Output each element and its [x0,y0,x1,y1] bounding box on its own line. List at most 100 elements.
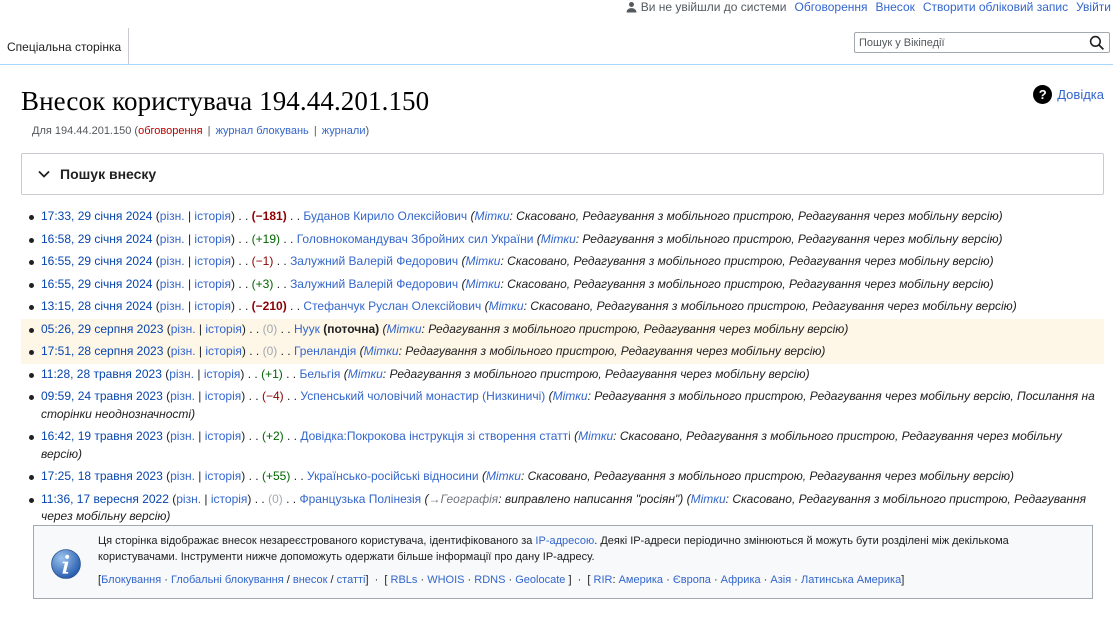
contrib-diff-link[interactable]: різн. [171,322,196,336]
contributions-link[interactable]: Внесок [876,0,915,14]
contrib-timestamp-link[interactable]: 17:51, 28 серпня 2023 [41,344,163,358]
contrib-page-link[interactable]: Залужний Валерій Федорович [290,277,458,291]
contrib-timestamp-link[interactable]: 16:55, 29 січня 2024 [41,277,152,291]
contrib-history-link[interactable]: історія [194,232,231,246]
contrib-page-link[interactable]: Залужний Валерій Федорович [290,254,458,268]
tags-label-link[interactable]: Мітки [553,389,588,403]
contrib-diff-link[interactable]: різн. [160,277,185,291]
contrib-timestamp-link[interactable]: 16:55, 29 січня 2024 [41,254,152,268]
block-log-link[interactable]: журнал блокувань [216,125,309,137]
tags-label-link[interactable]: Мітки [541,232,576,246]
contrib-history-link[interactable]: історія [211,492,248,506]
contrib-page-link[interactable]: Нуук [294,322,320,336]
tags-label-link[interactable]: Мітки [489,299,524,313]
tags-label-link[interactable]: Мітки [578,429,613,443]
contrib-diff-link[interactable]: різн. [169,367,194,381]
tags-label-link[interactable]: Мітки [387,322,422,336]
tags-label-link[interactable]: Мітки [691,492,726,506]
tags-label-link[interactable]: Мітки [486,469,521,483]
contrib-history-link[interactable]: історія [194,277,231,291]
help-label[interactable]: Довідка [1057,87,1104,102]
help-icon[interactable]: ? [1033,85,1053,104]
whois-link[interactable]: WHOIS [427,574,464,586]
contrib-history-link[interactable]: історія [194,209,231,223]
contrib-page-link[interactable]: Успенський чоловічий монастир (Низкиничі… [300,389,545,403]
create-account-link[interactable]: Створити обліковий запис [923,0,1068,14]
contrib-timestamp-link[interactable]: 17:33, 29 січня 2024 [41,209,152,223]
rir-africa-link[interactable]: Африка [721,574,761,586]
contrib-timestamp-link[interactable]: 17:25, 18 травня 2023 [41,469,163,483]
rir-europe-link[interactable]: Європа [673,574,711,586]
chevron-down-icon[interactable] [38,168,50,180]
contrib-size-diff: (−4) [261,389,284,403]
contrib-page-link[interactable]: Довідка:Покрокова інструкція зі створенн… [300,429,570,443]
rir-america-link[interactable]: Америка [619,574,663,586]
global-block-link[interactable]: Глобальні блокування [171,574,284,586]
contrib-diff-link[interactable]: різн. [160,299,185,313]
separator-dots: . . [249,344,260,358]
contrib-timestamp-link[interactable]: 05:26, 29 серпня 2023 [41,322,163,336]
rdns-link[interactable]: RDNS [474,574,505,586]
contrib-search-label[interactable]: Пошук внеску [60,166,156,182]
tags-label-link[interactable]: Мітки [465,277,500,291]
tags-label-link[interactable]: Мітки [364,344,399,358]
separator-dots: . . [286,491,297,506]
rbls-link[interactable]: RBLs [391,574,418,586]
contrib-history-link[interactable]: історія [205,344,242,358]
help-link[interactable]: ? Довідка [1033,85,1104,104]
articles-link[interactable]: статті [337,574,366,586]
contrib-search-panel[interactable]: Пошук внеску [21,153,1104,195]
tab-special-page[interactable]: Спеціальна сторінка [0,28,130,64]
contrib-page-link[interactable]: Гренландія [294,344,356,358]
user-talk-link[interactable]: обговорення [138,125,203,137]
contrib-timestamp-link[interactable]: 11:28, 28 травня 2023 [41,367,162,381]
separator-dots: . . [283,231,294,246]
contrib-timestamp-link[interactable]: 16:42, 19 травня 2023 [41,429,163,443]
contrib-timestamp-link[interactable]: 16:58, 29 січня 2024 [41,232,152,246]
contrib-history-link[interactable]: історія [205,389,242,403]
separator: | [198,344,203,358]
contrib-page-link[interactable]: Стефанчук Руслан Олексійович [303,299,481,313]
contrib-history-link[interactable]: історія [194,254,231,268]
contrib-timestamp-link[interactable]: 09:59, 24 травня 2023 [41,389,163,403]
talk-link[interactable]: Обговорення [794,0,867,14]
contrib-history-link[interactable]: історія [204,367,241,381]
geolocate-link[interactable]: Geolocate [515,574,565,586]
contrib-diff-link[interactable]: різн. [170,429,195,443]
tags-label-link[interactable]: Мітки [348,367,383,381]
contrib-page-link[interactable]: Бельгія [299,367,340,381]
contrib-diff-link[interactable]: різн. [171,344,196,358]
contrib-page-link[interactable]: Українсько-російські відносини [307,469,479,483]
tags-label-link[interactable]: Мітки [465,254,500,268]
rir-link[interactable]: RIR [594,574,613,586]
contrib-history-link[interactable]: історія [194,299,231,313]
contrib-page-link[interactable]: Головнокомандувач Збройних сил України [297,232,534,246]
contrib-row: 16:58, 29 січня 2024 (різн. | історія) .… [21,229,1104,252]
contrib-tags: (Мітки: Редагування з мобільного пристро… [382,321,849,336]
contrib-page-link[interactable]: Буданов Кирило Олексійович [303,209,467,223]
contrib-diff-link[interactable]: різн. [160,232,185,246]
logs-link[interactable]: журнали [322,125,366,137]
contrib-history-link[interactable]: історія [205,469,242,483]
login-link[interactable]: Увійти [1076,0,1111,14]
contrib-history-link[interactable]: історія [205,322,242,336]
rir-latam-link[interactable]: Латинська Америка [801,574,901,586]
contrib-timestamp-link[interactable]: 11:36, 17 вересня 2022 [41,492,169,506]
contrib-diff-link[interactable]: різн. [160,254,185,268]
rir-asia-link[interactable]: Азія [770,574,791,586]
contrib-diff-link[interactable]: різн. [170,469,195,483]
contrib-diff-link[interactable]: різн. [170,389,195,403]
search-input[interactable] [855,33,1085,53]
tags-label-link[interactable]: Мітки [475,209,510,223]
ip-address-link[interactable]: IP-адресою [535,535,594,547]
contrib-diff-link[interactable]: різн. [176,492,201,506]
block-link[interactable]: Блокування [101,574,161,586]
search-icon[interactable] [1089,35,1105,51]
tags-text: Скасовано, Редагування з мобільного прис… [507,254,990,268]
contrib-page-link[interactable]: Французька Полінезія [300,492,422,506]
contrib-history-link[interactable]: історія [205,429,242,443]
section-link[interactable]: →Географія [429,492,499,506]
contrib-diff-link[interactable]: різн. [160,209,185,223]
contrib-timestamp-link[interactable]: 13:15, 28 січня 2024 [41,299,152,313]
ip-contribs-link[interactable]: внесок [293,574,328,586]
